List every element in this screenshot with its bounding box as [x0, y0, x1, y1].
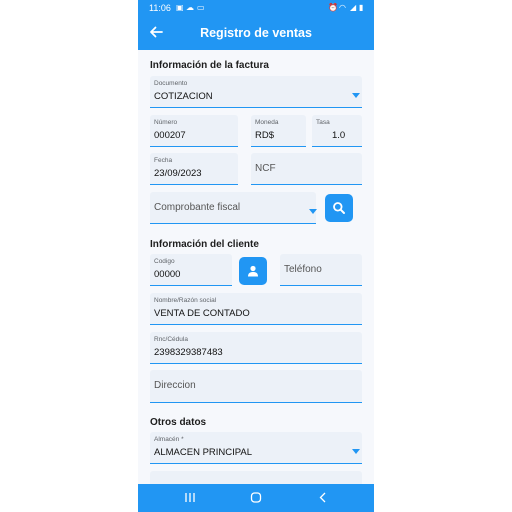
fiscal-voucher-placeholder: Comprobante fiscal: [154, 202, 241, 213]
warehouse-dropdown[interactable]: Almacén * ALMACEN PRINCIPAL: [150, 432, 362, 464]
gallery-icon: ▣: [176, 3, 184, 12]
client-name-label: Nombre/Razón social: [154, 297, 217, 304]
message-icon: ▭: [197, 3, 205, 12]
date-field[interactable]: Fecha 23/09/2023: [150, 153, 238, 185]
client-section-title: Información del cliente: [150, 239, 259, 250]
rnc-label: Rnc/Cédula: [154, 336, 188, 343]
date-label: Fecha: [154, 157, 173, 164]
ncf-placeholder: NCF: [255, 163, 276, 174]
document-label: Documento: [154, 80, 188, 87]
currency-label: Moneda: [255, 119, 279, 126]
page-title: Registro de ventas: [200, 26, 312, 40]
alarm-icon: ⏰: [328, 3, 338, 12]
client-name-field[interactable]: Nombre/Razón social VENTA DE CONTADO: [150, 293, 362, 325]
number-value: 000207: [154, 130, 186, 141]
chevron-down-icon: [352, 449, 360, 454]
recents-icon[interactable]: [184, 492, 196, 506]
app-bar: Registro de ventas: [138, 16, 374, 50]
phone-placeholder: Teléfono: [284, 264, 322, 275]
system-nav-bar: [138, 484, 374, 512]
chevron-down-icon: [309, 209, 317, 214]
next-field-partial[interactable]: [150, 471, 362, 485]
wifi-icon: ◠: [339, 3, 346, 12]
number-field[interactable]: Número 000207: [150, 115, 238, 147]
address-field[interactable]: Direccion: [150, 370, 362, 403]
ncf-field[interactable]: NCF: [251, 153, 362, 185]
search-icon: [333, 202, 345, 214]
invoice-section-title: Información de la factura: [150, 60, 269, 71]
rate-field[interactable]: Tasa 1.0: [312, 115, 362, 147]
rnc-field[interactable]: Rnc/Cédula 2398329387483: [150, 332, 362, 364]
date-value: 23/09/2023: [154, 168, 202, 179]
warehouse-label: Almacén *: [154, 436, 184, 443]
phone-screen: 11:06 ▣ ☁ ▭ ⏰ ◠ ◢ ▮ Registro de ventas I…: [138, 0, 374, 512]
rate-value: 1.0: [332, 130, 346, 141]
warehouse-value: ALMACEN PRINCIPAL: [154, 447, 253, 458]
back-nav-icon[interactable]: [317, 492, 329, 506]
home-icon[interactable]: [250, 492, 262, 506]
client-code-label: Codigo: [154, 258, 175, 265]
rnc-value: 2398329387483: [154, 347, 223, 358]
fiscal-voucher-dropdown[interactable]: Comprobante fiscal: [150, 192, 317, 224]
chevron-down-icon: [352, 93, 360, 98]
number-label: Número: [154, 119, 178, 126]
document-value: COTIZACION: [154, 91, 213, 102]
rate-label: Tasa: [316, 119, 330, 126]
status-bar: 11:06 ▣ ☁ ▭ ⏰ ◠ ◢ ▮: [138, 0, 374, 16]
status-time: 11:06: [149, 3, 171, 13]
document-dropdown[interactable]: Documento COTIZACION: [150, 76, 362, 108]
phone-field[interactable]: Teléfono: [280, 254, 362, 286]
search-button[interactable]: [325, 194, 353, 222]
address-placeholder: Direccion: [154, 380, 196, 391]
currency-value: RD$: [255, 130, 275, 141]
battery-icon: ▮: [359, 3, 364, 12]
signal-icon: ◢: [350, 3, 357, 12]
client-name-value: VENTA DE CONTADO: [154, 308, 250, 319]
currency-field[interactable]: Moneda RD$: [251, 115, 306, 147]
person-icon: [248, 265, 258, 277]
client-code-value: 00000: [154, 269, 181, 280]
client-code-field[interactable]: Codigo 00000: [150, 254, 232, 286]
select-client-button[interactable]: [239, 257, 267, 285]
cloud-icon: ☁: [186, 3, 194, 12]
other-section-title: Otros datos: [150, 417, 207, 428]
